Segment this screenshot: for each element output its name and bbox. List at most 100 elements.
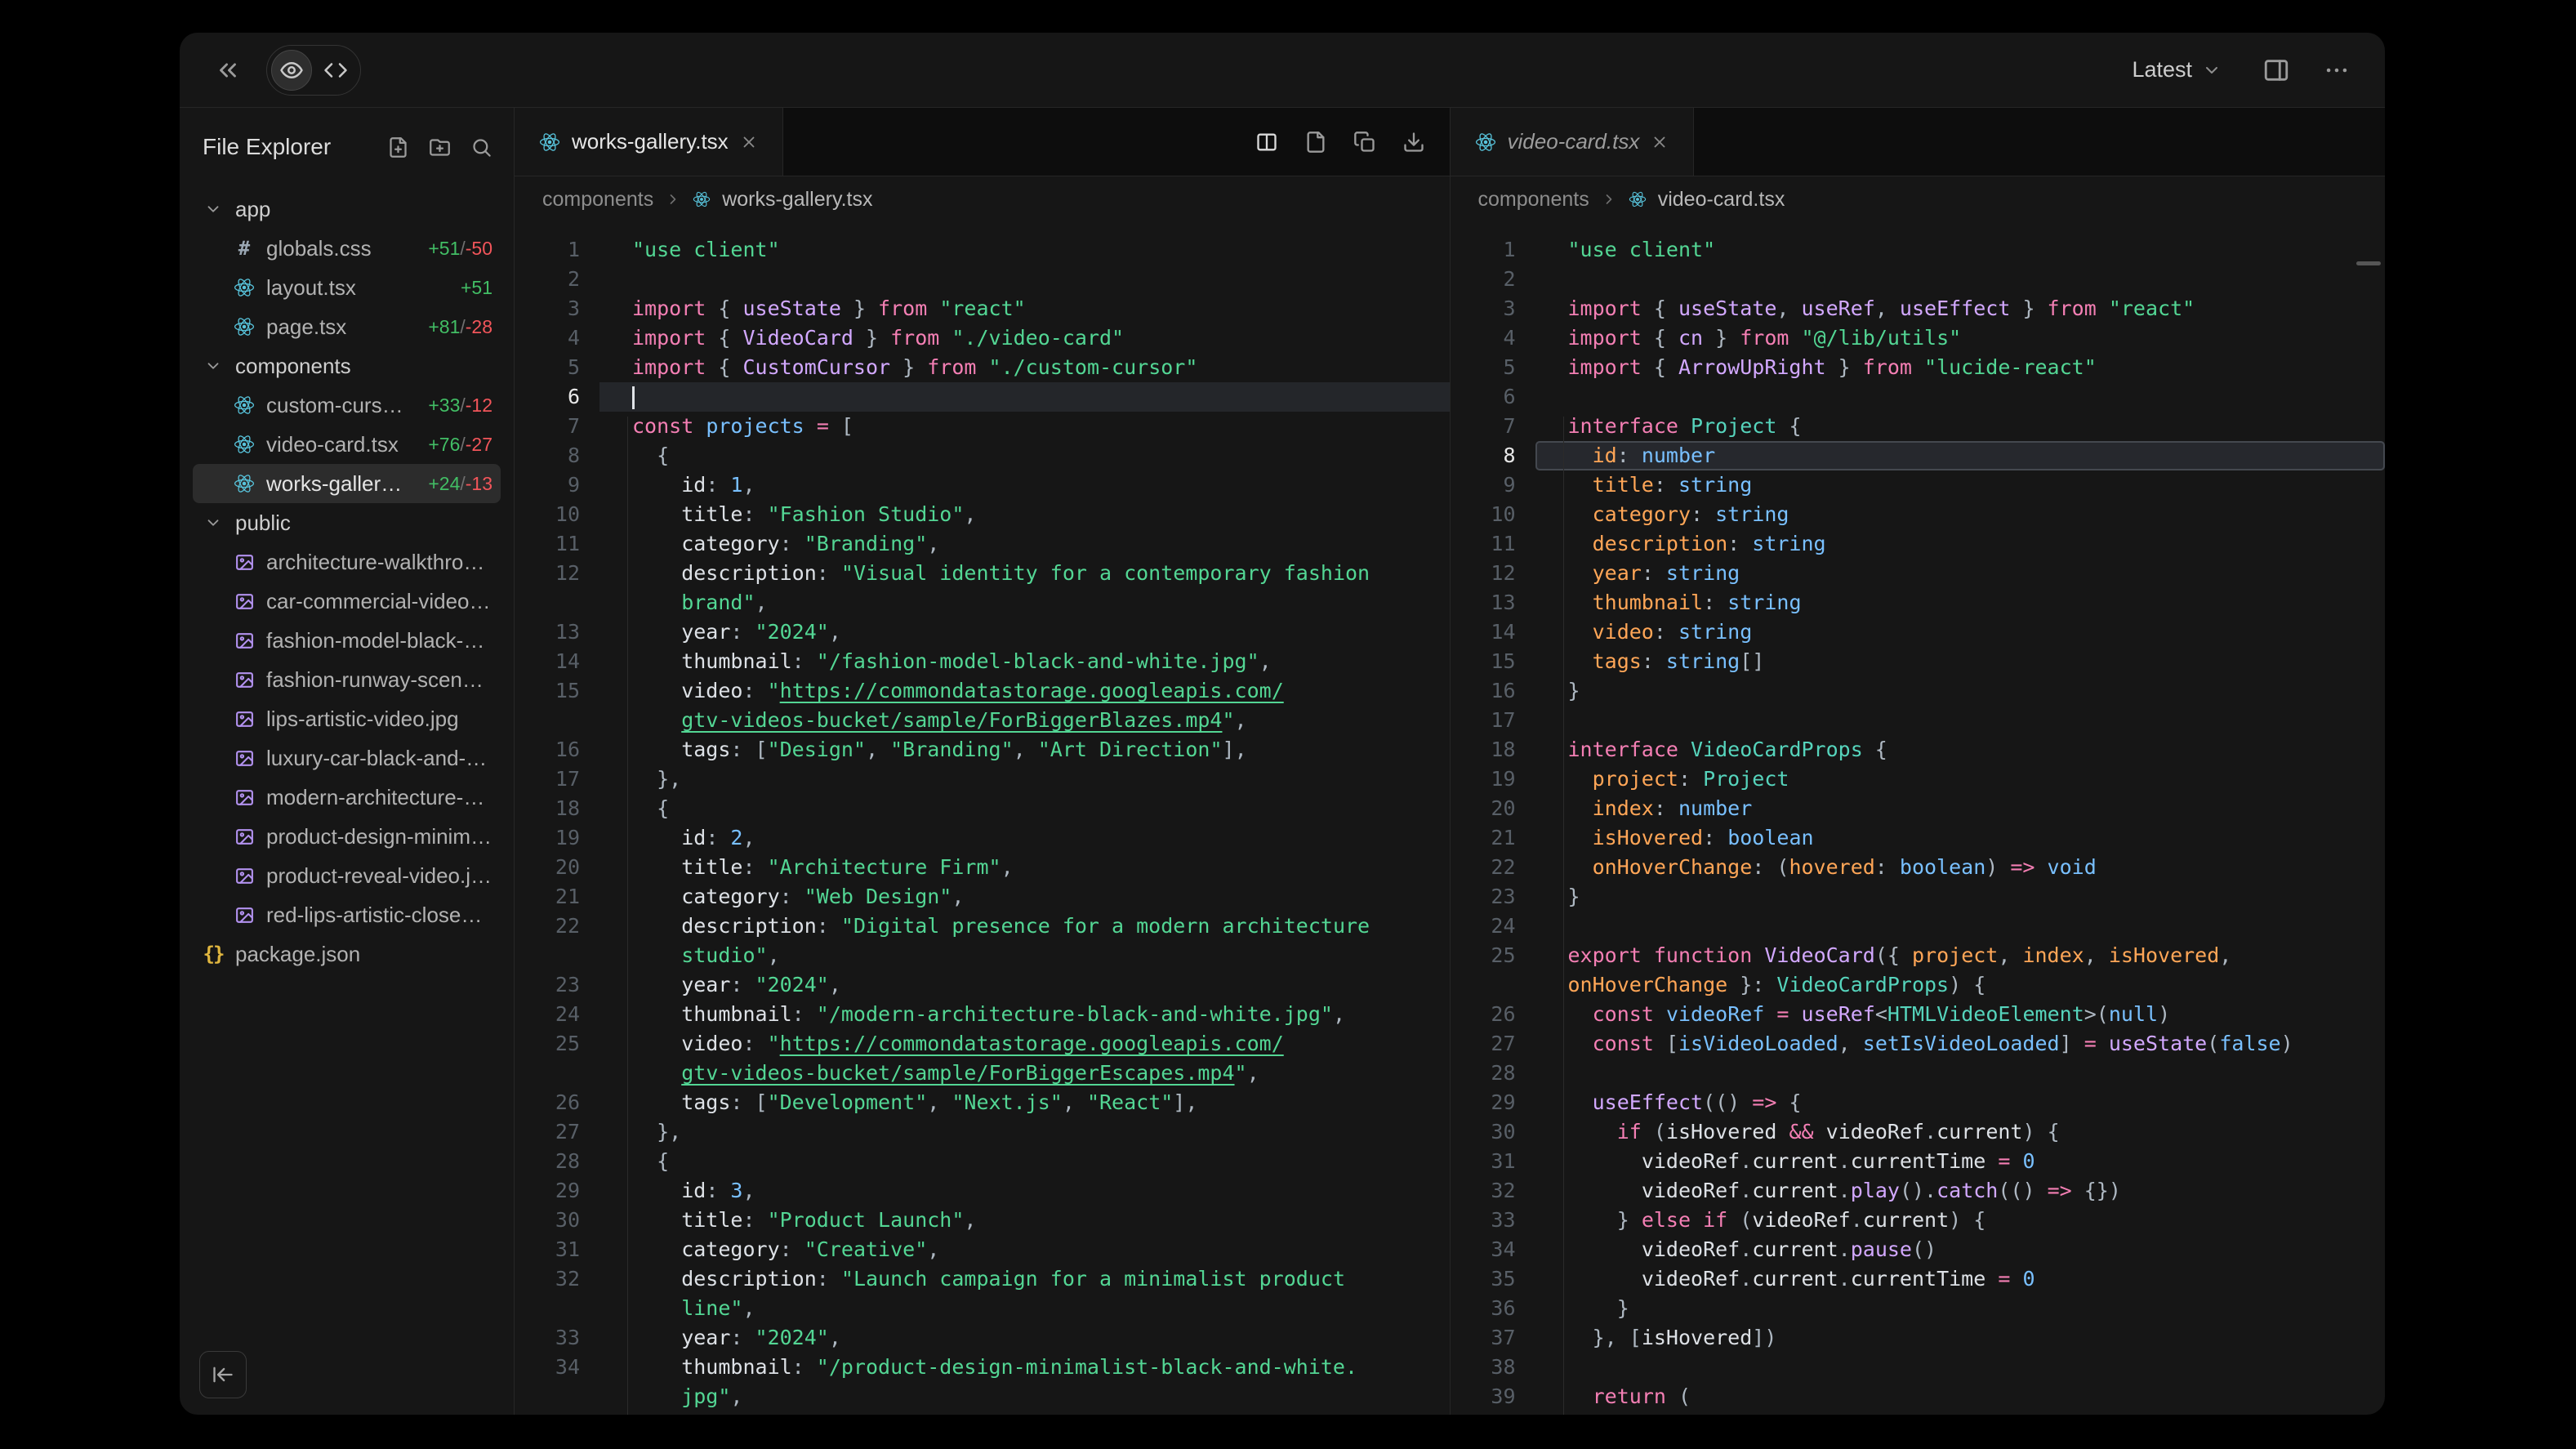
code-line[interactable]: 25 video: "https://commondatastorage.goo…	[515, 1029, 1450, 1059]
code-line[interactable]: 11 description: string	[1451, 529, 2386, 559]
code-line[interactable]: 15 video: "https://commondatastorage.goo…	[515, 676, 1450, 706]
tab-works-gallery[interactable]: works-gallery.tsx	[515, 108, 783, 176]
code-line[interactable]: 2	[1451, 265, 2386, 294]
code-line[interactable]: 18interface VideoCardProps {	[1451, 735, 2386, 765]
tree-file-product-design-minim-[interactable]: product-design-minim…	[193, 817, 501, 856]
code-line[interactable]: 38	[1451, 1353, 2386, 1382]
code-line[interactable]: 17	[1451, 706, 2386, 735]
code-line[interactable]: 15 tags: string[]	[1451, 647, 2386, 676]
code-mode-button[interactable]	[315, 50, 356, 91]
tree-file-red-lips-artistic-close-[interactable]: red-lips-artistic-close…	[193, 895, 501, 934]
code-line[interactable]: 20 index: number	[1451, 794, 2386, 823]
code-line[interactable]: 32 videoRef.current.play().catch(() => {…	[1451, 1176, 2386, 1206]
tree-file-car-commercial-video-[interactable]: car-commercial-video…	[193, 582, 501, 621]
layout-panel-button[interactable]	[2262, 56, 2290, 84]
code-line[interactable]: 22 onHoverChange: (hovered: boolean) => …	[1451, 853, 2386, 882]
code-line[interactable]: 18 {	[515, 794, 1450, 823]
code-line[interactable]: 1"use client"	[515, 235, 1450, 265]
code-editor-video-card[interactable]: 1"use client"23import { useState, useRef…	[1451, 222, 2386, 1415]
code-line[interactable]: 33 } else if (videoRef.current) {	[1451, 1206, 2386, 1235]
tree-file-custom-curs-[interactable]: custom-curs…+33/-12	[193, 386, 501, 425]
code-line[interactable]: 19 id: 2,	[515, 823, 1450, 853]
code-line[interactable]: 7interface Project {	[1451, 412, 2386, 441]
split-editor-button[interactable]	[1255, 131, 1278, 154]
code-line[interactable]: onHoverChange }: VideoCardProps) {	[1451, 970, 2386, 1000]
preview-mode-button[interactable]	[271, 50, 312, 91]
version-dropdown[interactable]: Latest	[2127, 56, 2226, 83]
code-line[interactable]: 17 },	[515, 765, 1450, 794]
code-line[interactable]: 20 title: "Architecture Firm",	[515, 853, 1450, 882]
code-line[interactable]: 28	[1451, 1059, 2386, 1088]
close-tab-icon[interactable]	[740, 133, 758, 151]
breadcrumb-file[interactable]: works-gallery.tsx	[722, 188, 872, 212]
new-file-button[interactable]	[387, 136, 409, 158]
code-line[interactable]: 2	[515, 265, 1450, 294]
code-line[interactable]: studio",	[515, 941, 1450, 970]
code-line[interactable]: jpg",	[515, 1382, 1450, 1411]
tree-file-layout.tsx[interactable]: layout.tsx+51	[193, 268, 501, 307]
code-line[interactable]: 24	[1451, 912, 2386, 941]
code-line[interactable]: 8 {	[515, 441, 1450, 470]
code-line[interactable]: 5import { CustomCursor } from "./custom-…	[515, 353, 1450, 382]
code-line[interactable]: 29 id: 3,	[515, 1176, 1450, 1206]
code-line[interactable]: 10 category: string	[1451, 500, 2386, 529]
tree-file-globals.css[interactable]: #globals.css+51/-50	[193, 229, 501, 268]
tree-file-page.tsx[interactable]: page.tsx+81/-28	[193, 307, 501, 346]
code-line[interactable]: 7const projects = [	[515, 412, 1450, 441]
code-line[interactable]: 34 videoRef.current.pause()	[1451, 1235, 2386, 1264]
breadcrumb-folder[interactable]: components	[1478, 188, 1589, 212]
code-line[interactable]: 21 isHovered: boolean	[1451, 823, 2386, 853]
code-line[interactable]: 12 year: string	[1451, 559, 2386, 588]
code-line[interactable]: 37 }, [isHovered])	[1451, 1323, 2386, 1353]
code-line[interactable]: 14 thumbnail: "/fashion-model-black-and-…	[515, 647, 1450, 676]
download-button[interactable]	[1402, 131, 1425, 154]
code-line[interactable]: 9 id: 1,	[515, 470, 1450, 500]
tree-folder-components[interactable]: components	[193, 346, 501, 386]
tree-file-architecture-walkthro-[interactable]: architecture-walkthro…	[193, 542, 501, 582]
code-line[interactable]: 31 category: "Creative",	[515, 1235, 1450, 1264]
code-line[interactable]: 30 if (isHovered && videoRef.current) {	[1451, 1117, 2386, 1147]
tree-file-package.json[interactable]: {}package.json	[193, 934, 501, 974]
tree-file-luxury-car-black-and-[interactable]: luxury-car-black-and-…	[193, 738, 501, 778]
code-line[interactable]: 34 thumbnail: "/product-design-minimalis…	[515, 1353, 1450, 1382]
open-file-button[interactable]	[1304, 131, 1327, 154]
code-line[interactable]: 14 video: string	[1451, 617, 2386, 647]
search-files-button[interactable]	[470, 136, 492, 158]
code-line[interactable]: gtv-videos-bucket/sample/ForBiggerEscape…	[515, 1059, 1450, 1088]
code-line[interactable]: gtv-videos-bucket/sample/ForBiggerBlazes…	[515, 706, 1450, 735]
code-line[interactable]: 31 videoRef.current.currentTime = 0	[1451, 1147, 2386, 1176]
code-line[interactable]: 22 description: "Digital presence for a …	[515, 912, 1450, 941]
code-line[interactable]: 10 title: "Fashion Studio",	[515, 500, 1450, 529]
code-line[interactable]: 27 },	[515, 1117, 1450, 1147]
code-line[interactable]: 16}	[1451, 676, 2386, 706]
code-line[interactable]: 27 const [isVideoLoaded, setIsVideoLoade…	[1451, 1029, 2386, 1059]
code-line[interactable]: 1"use client"	[1451, 235, 2386, 265]
code-line[interactable]: 8 id: number	[1451, 441, 2386, 470]
code-line[interactable]: 13 year: "2024",	[515, 617, 1450, 647]
tree-folder-app[interactable]: app	[193, 189, 501, 229]
close-tab-icon[interactable]	[1651, 133, 1669, 151]
code-line[interactable]: 11 category: "Branding",	[515, 529, 1450, 559]
tree-file-works-galler-[interactable]: works-galler…+24/-13	[193, 464, 501, 503]
code-line[interactable]: 3import { useState } from "react"	[515, 294, 1450, 323]
breadcrumb-folder[interactable]: components	[542, 188, 653, 212]
code-line[interactable]: 33 year: "2024",	[515, 1323, 1450, 1353]
tree-file-fashion-runway-scen-[interactable]: fashion-runway-scen…	[193, 660, 501, 699]
scrollbar-marker[interactable]	[2356, 261, 2381, 265]
code-line[interactable]: 39 return (	[1451, 1382, 2386, 1411]
tree-file-fashion-model-black-[interactable]: fashion-model-black-…	[193, 621, 501, 660]
tree-file-modern-architecture-[interactable]: modern-architecture-…	[193, 778, 501, 817]
code-editor-works-gallery[interactable]: 1"use client"23import { useState } from …	[515, 222, 1450, 1415]
breadcrumb-file[interactable]: video-card.tsx	[1658, 188, 1785, 212]
tree-file-product-reveal-video.j-[interactable]: product-reveal-video.j…	[193, 856, 501, 895]
code-line[interactable]: 13 thumbnail: string	[1451, 588, 2386, 617]
collapse-panel-button[interactable]	[199, 1351, 247, 1398]
code-line[interactable]: 19 project: Project	[1451, 765, 2386, 794]
code-line[interactable]: 25export function VideoCard({ project, i…	[1451, 941, 2386, 970]
code-line[interactable]: 28 {	[515, 1147, 1450, 1176]
code-line[interactable]: 9 title: string	[1451, 470, 2386, 500]
code-line[interactable]: 4import { VideoCard } from "./video-card…	[515, 323, 1450, 353]
tree-folder-public[interactable]: public	[193, 503, 501, 542]
code-line[interactable]: 32 description: "Launch campaign for a m…	[515, 1264, 1450, 1294]
code-line[interactable]: 26 const videoRef = useRef<HTMLVideoElem…	[1451, 1000, 2386, 1029]
